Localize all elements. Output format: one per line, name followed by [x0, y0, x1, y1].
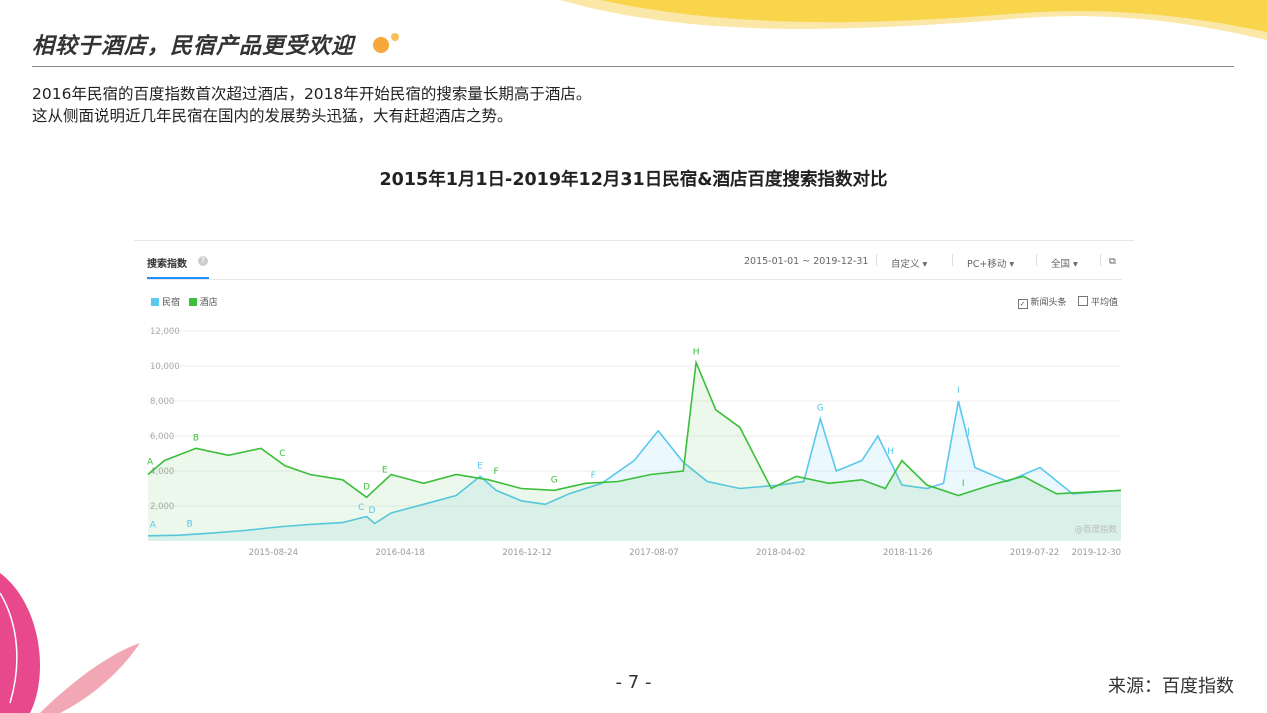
chart-heading: 2015年1月1日-2019年12月31日民宿&酒店百度搜索指数对比	[379, 170, 888, 190]
baidu-index-panel: 搜索指数 ? 2015-01-01 ~ 2019-12-31 自定义 ▾ PC+…	[134, 240, 1134, 566]
y-tick-label: 6,000	[150, 432, 174, 442]
series-area-hotel	[148, 362, 1121, 541]
annotation-label: F	[591, 471, 596, 481]
intro-paragraph-2: 这从侧面说明近几年民宿在国内的发展势头迅猛，大有赶超酒店之势。	[32, 107, 513, 125]
line-chart: 2,0004,0006,0008,00010,00012,0002015-08-…	[147, 327, 1122, 558]
y-tick-label: 12,000	[150, 327, 180, 337]
annotation-label: F	[494, 467, 499, 477]
x-tick-label: 2015-08-24	[249, 548, 298, 558]
annotation-label: C	[279, 449, 285, 459]
x-tick-label: 2018-11-26	[883, 548, 932, 558]
x-tick-label: 2016-04-18	[375, 548, 424, 558]
x-tick-label: 2017-08-07	[629, 548, 678, 558]
x-tick-label: 2019-07-22	[1010, 548, 1059, 558]
annotation-label: I	[962, 479, 965, 489]
watermark-label: @百度指数	[1074, 524, 1117, 535]
annotation-label: E	[382, 465, 388, 475]
annotation-label: B	[193, 433, 199, 443]
intro-paragraph-1: 2016年民宿的百度指数首次超过酒店，2018年开始民宿的搜索量长期高于酒店。	[32, 85, 592, 103]
annotation-label: D	[368, 506, 375, 516]
annotation-label: B	[186, 520, 192, 530]
annotation-label: E	[477, 461, 483, 471]
x-tick-label: 2018-04-02	[756, 548, 805, 558]
annotation-label: C	[358, 503, 364, 513]
annotation-label: H	[693, 348, 700, 358]
source-note: 来源：百度指数	[1108, 676, 1234, 697]
annotation-label: A	[147, 458, 154, 468]
annotation-label: G	[551, 475, 558, 485]
y-tick-label: 8,000	[150, 397, 174, 407]
slide-title: 相较于酒店，民宿产品更受欢迎	[32, 28, 407, 60]
x-tick-label: 2016-12-12	[502, 548, 551, 558]
annotation-label: D	[363, 482, 370, 492]
page-number: - 7 -	[615, 672, 652, 693]
y-tick-label: 10,000	[150, 362, 180, 372]
annotation-label: G	[817, 404, 824, 414]
leaf-decoration	[0, 573, 140, 713]
dots-decoration-icon	[372, 33, 399, 53]
leaf-light	[40, 643, 140, 713]
annotation-label: J	[966, 427, 970, 437]
title-divider	[32, 66, 1234, 67]
annotation-label: A	[150, 521, 157, 531]
annotation-label: I	[957, 386, 960, 396]
annotation-label: H	[887, 447, 894, 457]
leaf-pink	[0, 573, 40, 713]
x-tick-label: 2019-12-30	[1072, 548, 1121, 558]
